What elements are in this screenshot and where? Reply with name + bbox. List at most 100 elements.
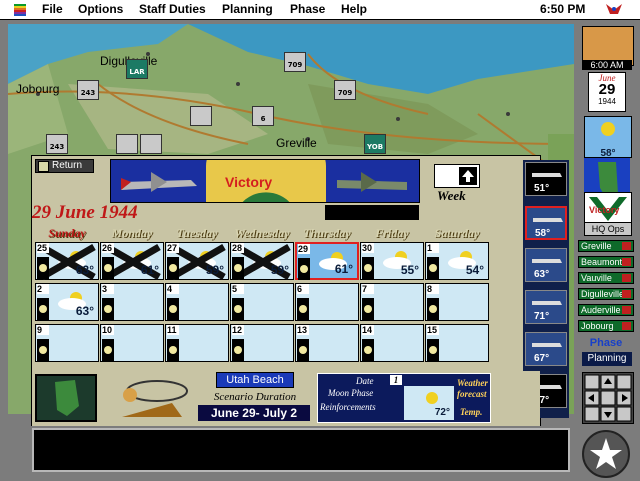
unit-counter[interactable]	[190, 106, 212, 126]
calendar-day-cell[interactable]: 3	[100, 283, 164, 321]
forecast-slot[interactable]: 71°	[525, 290, 567, 324]
day-temperature: 61°	[334, 262, 353, 276]
calendar-day-cell[interactable]: 13	[295, 324, 359, 362]
moon-phase-icon	[167, 339, 179, 361]
week-label: Week	[437, 188, 466, 203]
unit-label: YOB	[366, 143, 384, 151]
flag-icon	[622, 242, 631, 250]
minimap-thumbnail[interactable]	[35, 374, 97, 422]
star-button[interactable]	[582, 430, 630, 478]
calendar-day-cell[interactable]: 4	[165, 283, 229, 321]
calendar-day-cell[interactable]: 29 61°	[295, 242, 359, 280]
forecast-temp: 58°	[535, 228, 551, 239]
flag-icon	[622, 274, 631, 282]
unit-counter[interactable]: 243	[46, 134, 68, 154]
unit-counter[interactable]: 6	[252, 106, 274, 126]
apple-icon[interactable]	[14, 2, 26, 16]
message-bar	[32, 428, 570, 472]
menu-file[interactable]: File	[42, 2, 63, 16]
calendar-day-cell[interactable]: 8	[425, 283, 489, 321]
forecast-temp: 51°	[534, 183, 550, 194]
star-icon	[590, 438, 622, 469]
eagle-icon[interactable]	[606, 2, 622, 16]
phase-value: Planning	[582, 352, 632, 366]
calendar-day-cell[interactable]: 11	[165, 324, 229, 362]
day-number: 3	[102, 284, 114, 294]
moon-phase-icon	[362, 298, 374, 320]
week-arrow-button[interactable]	[434, 164, 480, 188]
day-number: 6	[297, 284, 309, 294]
unit-counter[interactable]	[140, 134, 162, 154]
calendar-day-cell[interactable]: 28 59°	[230, 242, 294, 281]
calendar-day-cell[interactable]: 1 54°	[425, 242, 489, 280]
town-button-label: Jobourg	[581, 321, 614, 331]
unit-label: 709	[287, 61, 303, 69]
forecast-slot[interactable]: 58°	[525, 206, 567, 240]
town-button[interactable]: Digulleville	[578, 288, 634, 300]
day-number: 4	[167, 284, 179, 294]
unit-label: 243	[49, 143, 65, 151]
day-header: Thursday	[303, 226, 351, 240]
calendar-window: Return Victory Week 29 June 1944 Sunday M…	[31, 155, 569, 426]
legend-date: Date	[356, 376, 374, 386]
calendar-day-cell[interactable]: 7	[360, 283, 424, 321]
sidebar-weather[interactable]: 58°	[584, 116, 632, 159]
calendar-day-cell[interactable]: 10	[100, 324, 164, 362]
calendar-day-cell[interactable]: 14	[360, 324, 424, 362]
direction-arrows-icon[interactable]	[583, 373, 633, 423]
menu-options[interactable]: Options	[78, 2, 123, 16]
up-arrow-icon	[459, 167, 477, 185]
unit-counter[interactable]: LAR	[126, 59, 148, 79]
moon-phase-icon	[427, 257, 439, 279]
calendar-day-cell[interactable]: 15	[425, 324, 489, 362]
menu-planning[interactable]: Planning	[222, 2, 273, 16]
unit-counter[interactable]: 709	[284, 52, 306, 72]
day-header: Monday	[111, 226, 153, 240]
moon-phase-icon	[232, 339, 244, 361]
scenario-name: Utah Beach	[216, 372, 294, 388]
town-button-label: Beaumont	[581, 257, 623, 267]
moon-icon	[532, 173, 562, 177]
unit-counter[interactable]: 243	[77, 80, 99, 100]
day-number: 28	[232, 243, 244, 253]
town-button[interactable]: Jobourg	[578, 320, 634, 332]
town-button[interactable]: Beaumont	[578, 256, 634, 268]
day-header: Tuesday	[176, 226, 218, 240]
calendar-day-cell[interactable]: 6	[295, 283, 359, 321]
menu-help[interactable]: Help	[341, 2, 367, 16]
return-checkbox[interactable]: Return	[35, 159, 94, 173]
calendar-day-cell[interactable]: 2 63°	[35, 283, 99, 321]
unit-counter[interactable]: YOB	[364, 134, 386, 154]
town-button[interactable]: Vauville	[578, 272, 634, 284]
unit-counter[interactable]	[116, 134, 138, 154]
pinup-emblem-icon	[122, 380, 188, 417]
calendar-day-cell[interactable]: 9	[35, 324, 99, 362]
forecast-slot[interactable]: 63°	[525, 248, 567, 282]
day-temperature: 59°	[270, 263, 289, 277]
calendar-day-cell[interactable]: 27 59°	[165, 242, 229, 281]
moon-phase-icon	[362, 257, 374, 279]
forecast-slot[interactable]: 51°	[525, 162, 567, 196]
moon-phase-icon	[232, 257, 244, 279]
hq-ops-button[interactable]: HQ Ops	[584, 222, 632, 236]
calendar-day-cell[interactable]: 25 63°	[35, 242, 99, 281]
scenario-duration: June 29- July 2	[198, 405, 310, 421]
unit-label: 243	[80, 89, 96, 97]
forecast-slot[interactable]: 67°	[525, 332, 567, 366]
checkbox-box[interactable]	[38, 161, 49, 172]
menu-phase[interactable]: Phase	[290, 2, 325, 16]
menu-staff-duties[interactable]: Staff Duties	[139, 2, 206, 16]
town-button[interactable]: Auderville	[578, 304, 634, 316]
town-button[interactable]: Greville	[578, 240, 634, 252]
current-date: 29 June 1944	[32, 202, 138, 223]
calendar-day-cell[interactable]: 30 55°	[360, 242, 424, 280]
legend-temp: Temp.	[460, 407, 483, 417]
calendar-day-cell[interactable]: 26 61°	[100, 242, 164, 281]
unit-counter[interactable]: 709	[334, 80, 356, 100]
forecast-temp: 67°	[534, 353, 550, 364]
calendar-day-cell[interactable]: 12	[230, 324, 294, 362]
calendar-day-cell[interactable]: 5	[230, 283, 294, 321]
aircraft-icon	[533, 218, 563, 222]
legend-moon: Moon Phase	[328, 388, 374, 398]
day-calendar-icon[interactable]: June 29 1944	[588, 72, 626, 112]
